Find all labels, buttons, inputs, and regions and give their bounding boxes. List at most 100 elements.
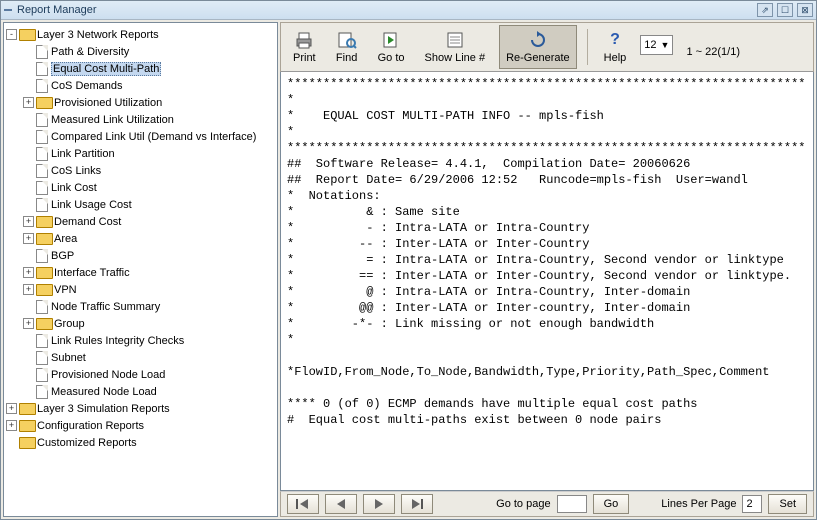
tree-item[interactable]: CoS Demands [6,77,275,94]
tree-item-label[interactable]: Customized Reports [37,437,137,449]
tree-item-label[interactable]: Layer 3 Network Reports [37,29,159,41]
tree-item[interactable]: Link Cost [6,179,275,196]
tree-item-label[interactable]: Interface Traffic [54,267,130,279]
tree-item[interactable]: + VPN [6,281,275,298]
folder-icon [19,403,34,415]
tree-item-label[interactable]: CoS Demands [51,80,123,92]
tree-item[interactable]: Customized Reports [6,434,275,451]
tree-item[interactable]: + Provisioned Utilization [6,94,275,111]
tree-item[interactable]: BGP [6,247,275,264]
print-button[interactable]: Print [287,25,322,69]
tree-item-label[interactable]: Subnet [51,352,86,364]
tree-item[interactable]: + Group [6,315,275,332]
tree-item-label[interactable]: Measured Node Load [51,386,157,398]
tree-item[interactable]: + Area [6,230,275,247]
tree-item[interactable]: CoS Links [6,162,275,179]
last-page-button[interactable] [401,494,433,514]
tree-item-label[interactable]: CoS Links [51,165,101,177]
tree-item-label[interactable]: Link Cost [51,182,97,194]
expand-icon[interactable]: + [23,267,34,278]
print-icon [293,30,315,50]
goto-page-input[interactable] [557,495,587,513]
expand-icon[interactable]: + [6,420,17,431]
file-icon [36,113,48,127]
tree-item-label[interactable]: Node Traffic Summary [51,301,160,313]
file-icon [36,62,48,76]
report-content[interactable]: ****************************************… [280,72,814,491]
go-button[interactable]: Go [593,494,630,514]
next-page-button[interactable] [363,494,395,514]
tree-item-label[interactable]: Link Rules Integrity Checks [51,335,184,347]
find-button[interactable]: Find [330,25,364,69]
first-page-button[interactable] [287,494,319,514]
tree-item-label[interactable]: Provisioned Utilization [54,97,162,109]
tree-item-label[interactable]: VPN [54,284,77,296]
collapse-icon[interactable]: - [6,29,17,40]
tree-item-label[interactable]: Layer 3 Simulation Reports [37,403,170,415]
help-button[interactable]: ? Help [598,25,633,69]
tree-item[interactable]: - Layer 3 Network Reports [6,26,275,43]
window-title: Report Manager [14,4,757,16]
file-icon [36,164,48,178]
tree-item[interactable]: Link Rules Integrity Checks [6,332,275,349]
expand-icon[interactable]: + [23,216,34,227]
tree-item-label[interactable]: Configuration Reports [37,420,144,432]
tree-item[interactable]: Measured Node Load [6,383,275,400]
close-icon[interactable]: ⊠ [797,3,813,17]
tree-item[interactable]: Link Partition [6,145,275,162]
tree-item[interactable]: + Interface Traffic [6,264,275,281]
tree-item[interactable]: Compared Link Util (Demand vs Interface) [6,128,275,145]
folder-icon [36,233,51,245]
folder-icon [19,437,34,449]
goto-page-label: Go to page [496,498,550,510]
tree-item-label[interactable]: Measured Link Utilization [51,114,174,126]
maximize-icon[interactable]: ☐ [777,3,793,17]
tree-item-label[interactable]: Area [54,233,77,245]
expand-icon[interactable]: + [23,284,34,295]
tree-item[interactable]: Path & Diversity [6,43,275,60]
file-icon [36,130,48,144]
pager-footer: Go to page Go Lines Per Page Set [280,491,814,517]
tree-item[interactable]: Node Traffic Summary [6,298,275,315]
expand-icon[interactable]: + [23,97,34,108]
folder-icon [36,318,51,330]
goto-button[interactable]: Go to [372,25,411,69]
titlebar[interactable]: Report Manager ⇗ ☐ ⊠ [1,1,816,20]
tree-item[interactable]: + Configuration Reports [6,417,275,434]
tree-item-label[interactable]: Provisioned Node Load [51,369,165,381]
file-icon [36,249,48,263]
tree-item[interactable]: + Demand Cost [6,213,275,230]
tree-item[interactable]: Provisioned Node Load [6,366,275,383]
tree-item-label[interactable]: Group [54,318,85,330]
tree-item[interactable]: Link Usage Cost [6,196,275,213]
help-icon: ? [604,30,626,50]
expand-icon[interactable]: + [6,403,17,414]
expand-icon[interactable]: + [23,318,34,329]
lines-per-page-input[interactable] [742,495,762,513]
detach-icon[interactable]: ⇗ [757,3,773,17]
expand-icon[interactable]: + [23,233,34,244]
tree-item-label[interactable]: Equal Cost Multi-Path [51,62,161,76]
prev-page-button[interactable] [325,494,357,514]
showline-icon [444,30,466,50]
tree-item-label[interactable]: Demand Cost [54,216,121,228]
tree-item-label[interactable]: Compared Link Util (Demand vs Interface) [51,131,256,143]
set-button[interactable]: Set [768,494,807,514]
folder-icon [36,97,51,109]
tree-item[interactable]: Measured Link Utilization [6,111,275,128]
chevron-down-icon: ▼ [661,40,670,50]
tree-item-label[interactable]: Link Partition [51,148,115,160]
show-line-button[interactable]: Show Line # [419,25,492,69]
tree-item-label[interactable]: Link Usage Cost [51,199,132,211]
page-size-combo[interactable]: 12 ▼ [640,35,673,55]
file-icon [36,385,48,399]
folder-icon [36,216,51,228]
tree-item[interactable]: + Layer 3 Simulation Reports [6,400,275,417]
regenerate-button[interactable]: Re-Generate [499,25,577,69]
report-tree[interactable]: - Layer 3 Network Reports Path & Diversity… [3,22,278,517]
tree-item[interactable]: Equal Cost Multi-Path [6,60,275,77]
tree-item[interactable]: Subnet [6,349,275,366]
file-icon [36,79,48,93]
tree-item-label[interactable]: BGP [51,250,74,262]
tree-item-label[interactable]: Path & Diversity [51,46,129,58]
